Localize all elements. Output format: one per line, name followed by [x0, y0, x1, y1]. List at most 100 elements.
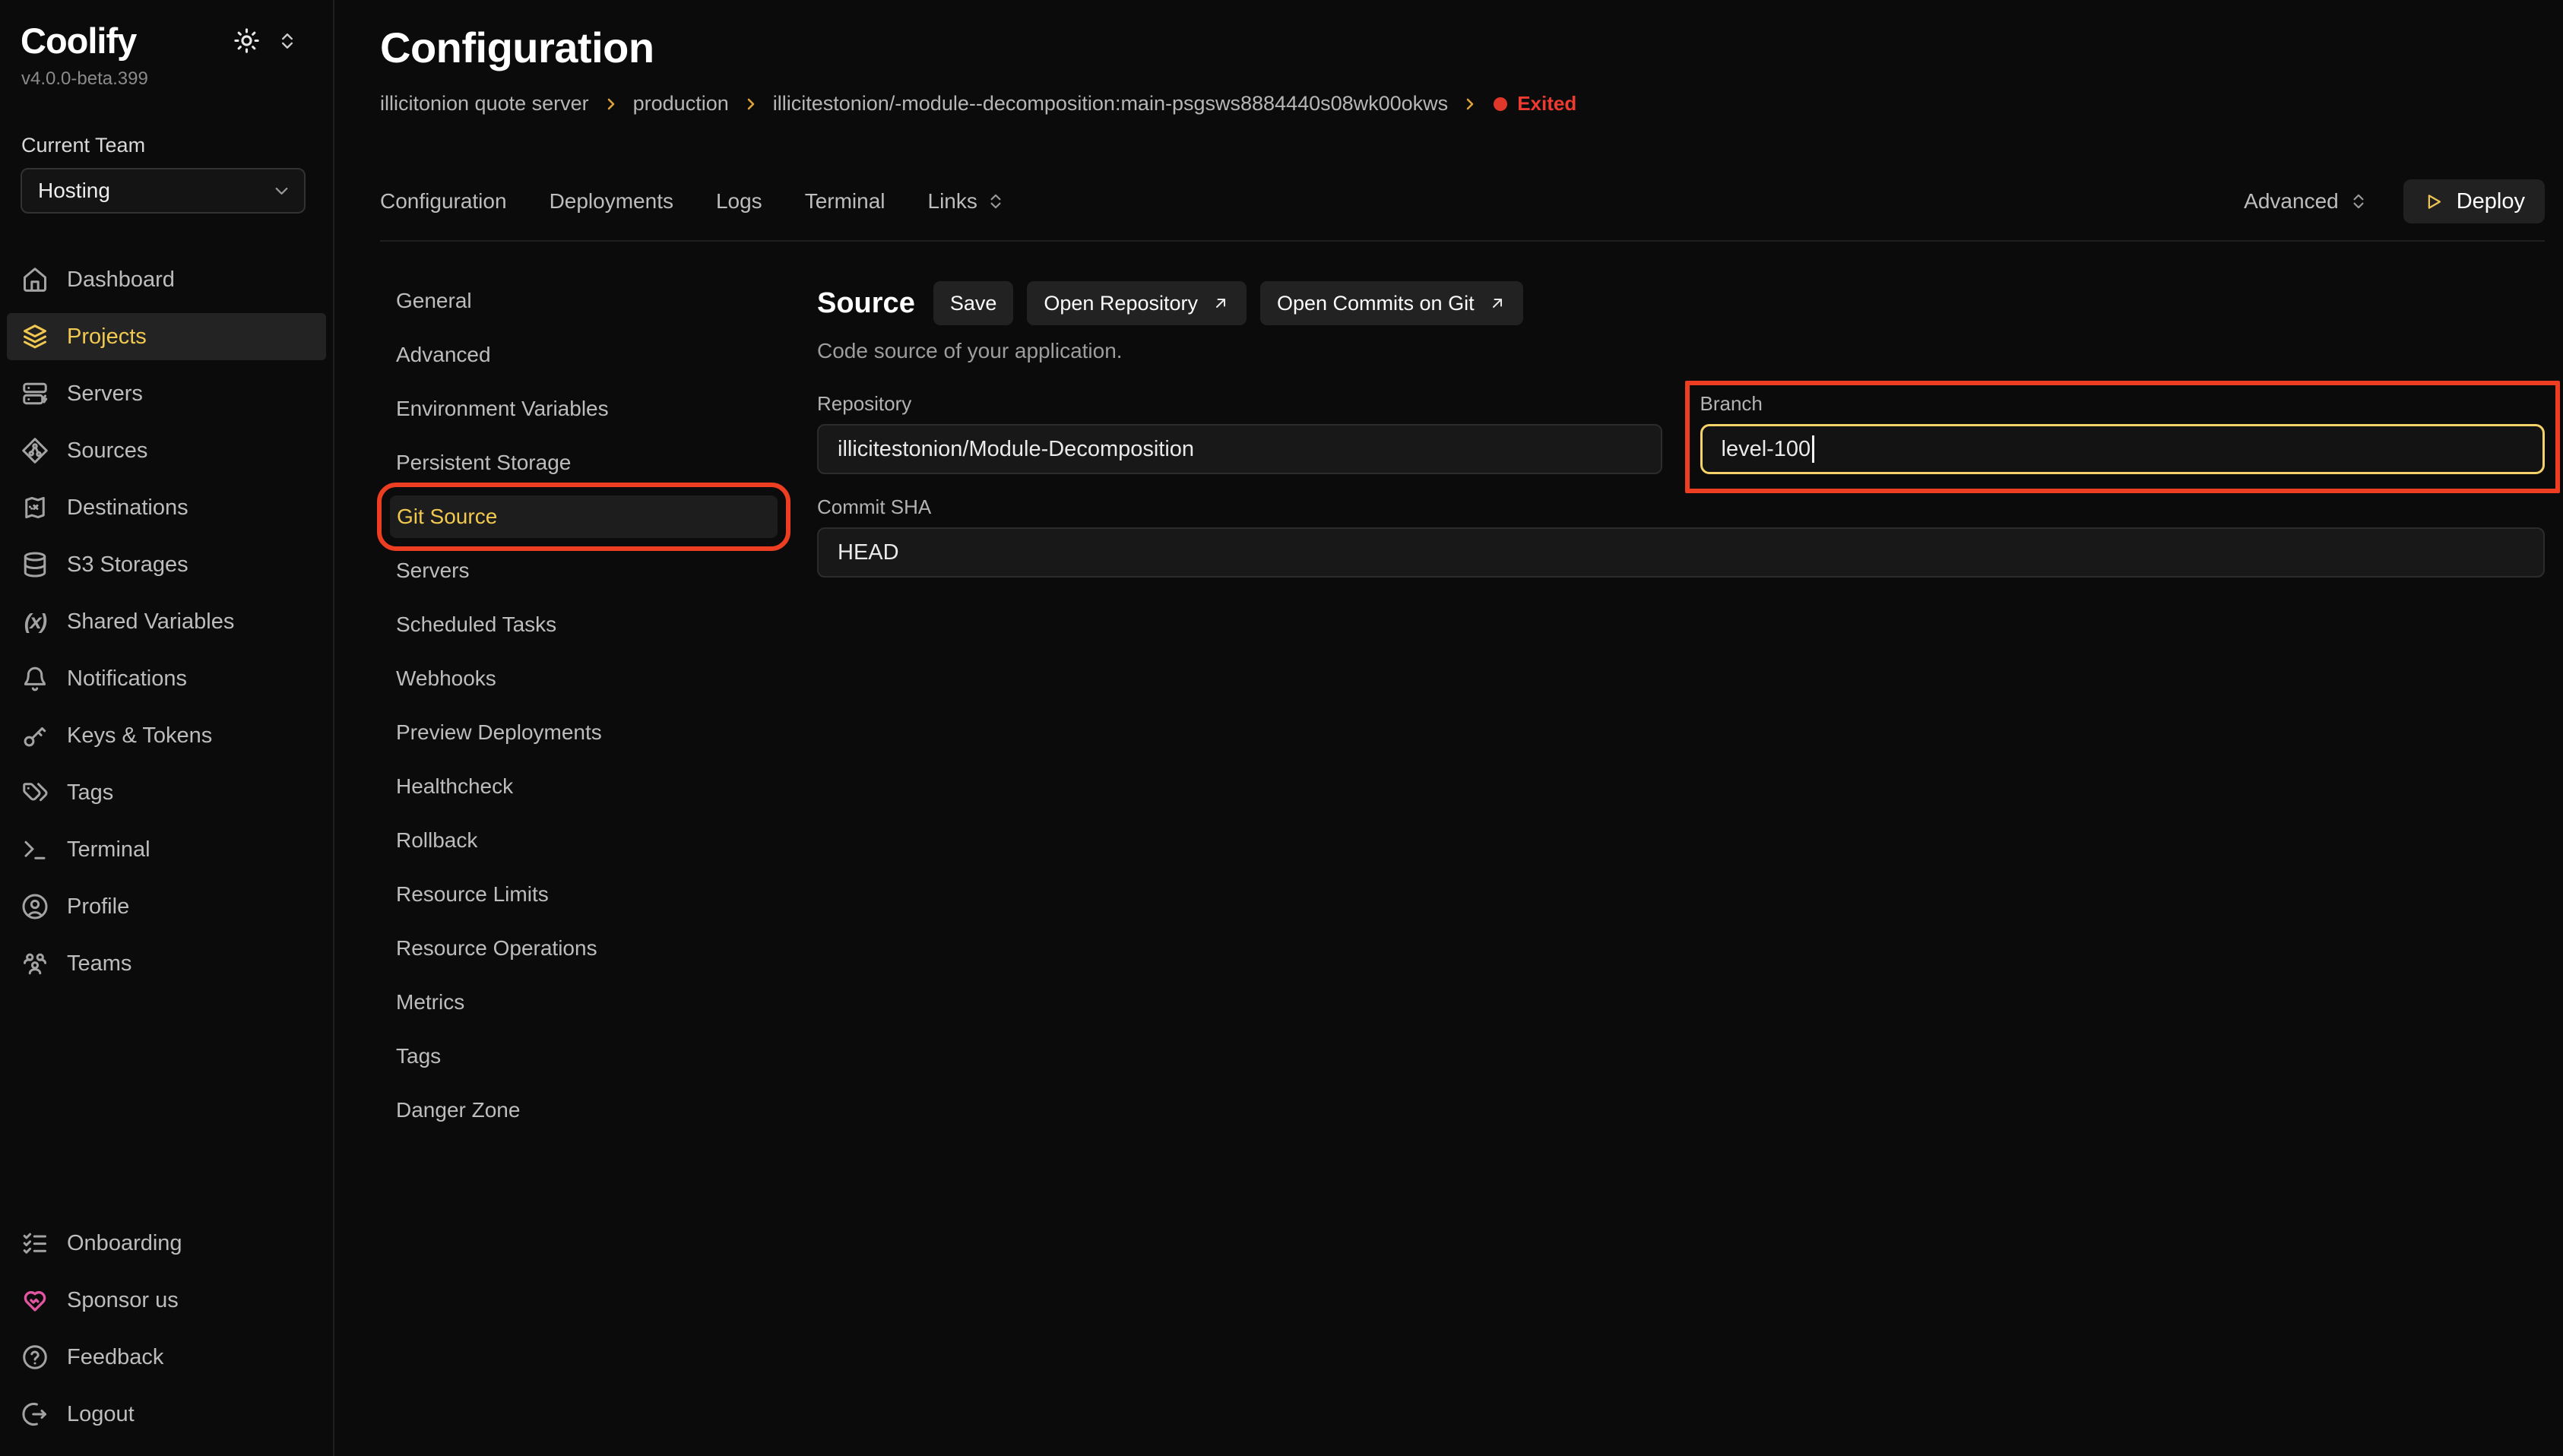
chevrons-up-down-icon: [2349, 191, 2368, 211]
source-section-title: Source: [817, 287, 915, 320]
sidebar-item-label: Profile: [67, 894, 129, 919]
sidebar-header: Coolify: [0, 20, 333, 62]
sidebar-item-logout[interactable]: Logout: [7, 1391, 326, 1438]
sidebar-item-servers[interactable]: Servers: [7, 370, 326, 417]
advanced-dropdown[interactable]: Advanced: [2244, 189, 2368, 214]
sidebar-item-feedback[interactable]: Feedback: [7, 1334, 326, 1381]
config-menu-item-servers[interactable]: Servers: [380, 549, 787, 592]
version-switcher-chevrons-icon[interactable]: [277, 30, 298, 52]
sidebar-item-profile[interactable]: Profile: [7, 883, 326, 930]
open-commits-button[interactable]: Open Commits on Git: [1260, 281, 1523, 325]
config-menu-item-resource-operations[interactable]: Resource Operations: [380, 927, 787, 970]
config-menu-item-environment-variables[interactable]: Environment Variables: [380, 388, 787, 430]
sidebar-item-label: Logout: [67, 1402, 135, 1427]
sidebar-item-label: Shared Variables: [67, 609, 234, 635]
main-content: Configuration illicitonion quote server …: [334, 0, 2563, 1456]
sidebar-item-label: Notifications: [67, 666, 187, 692]
page-title: Configuration: [380, 23, 2545, 72]
sidebar-item-tags[interactable]: Tags: [7, 769, 326, 816]
config-menu-item-resource-limits[interactable]: Resource Limits: [380, 873, 787, 916]
sidebar-item-projects[interactable]: Projects: [7, 313, 326, 360]
sidebar-item-label: S3 Storages: [67, 552, 189, 578]
tab-deployments[interactable]: Deployments: [550, 189, 673, 214]
sidebar-item-terminal[interactable]: Terminal: [7, 826, 326, 873]
users-icon: [21, 950, 49, 977]
breadcrumb-environment[interactable]: production: [633, 92, 729, 116]
layers-icon: [21, 323, 49, 350]
config-menu-item-rollback[interactable]: Rollback: [380, 819, 787, 862]
tab-logs[interactable]: Logs: [716, 189, 762, 214]
branch-label: Branch: [1700, 392, 2546, 416]
breadcrumb-project[interactable]: illicitonion quote server: [380, 92, 589, 116]
sidebar-item-destinations[interactable]: Destinations: [7, 484, 326, 531]
key-icon: [21, 722, 49, 749]
config-menu-item-tags[interactable]: Tags: [380, 1035, 787, 1078]
tags-icon: [21, 779, 49, 806]
team-select[interactable]: Hosting: [21, 168, 306, 214]
sidebar-item-sources[interactable]: Sources: [7, 427, 326, 474]
chevron-right-icon: [1461, 95, 1479, 113]
commit-sha-input[interactable]: HEAD: [817, 527, 2545, 578]
git-source-panel: Source Save Open Repository Open Commits…: [817, 280, 2545, 578]
repository-input[interactable]: illicitestonion/Module-Decomposition: [817, 424, 1662, 474]
theme-toggle-sun-icon[interactable]: [233, 27, 261, 55]
deploy-label: Deploy: [2457, 189, 2525, 214]
sidebar-item-notifications[interactable]: Notifications: [7, 655, 326, 702]
home-icon: [21, 266, 49, 293]
config-menu-item-danger-zone[interactable]: Danger Zone: [380, 1089, 787, 1132]
external-link-icon: [1488, 294, 1506, 312]
tabs: Configuration Deployments Logs Terminal …: [380, 189, 1006, 214]
tab-configuration[interactable]: Configuration: [380, 189, 507, 214]
config-menu-item-metrics[interactable]: Metrics: [380, 981, 787, 1024]
sidebar-item-label: Projects: [67, 324, 147, 350]
config-menu: General Advanced Environment Variables P…: [380, 280, 787, 1132]
config-menu-item-general[interactable]: General: [380, 280, 787, 322]
tab-links[interactable]: Links: [928, 189, 1006, 214]
branch-input[interactable]: level-100: [1700, 424, 2546, 474]
sidebar-item-label: Teams: [67, 951, 131, 976]
source-header: Source Save Open Repository Open Commits…: [817, 281, 2545, 325]
branch-field: Branch level-100: [1700, 392, 2546, 474]
sidebar: Coolify v4.0.0-beta.399 Current Team Hos…: [0, 0, 334, 1456]
help-circle-icon: [21, 1344, 49, 1371]
sidebar-item-sponsor-us[interactable]: Sponsor us: [7, 1277, 326, 1324]
sidebar-item-onboarding[interactable]: Onboarding: [7, 1220, 326, 1267]
repository-label: Repository: [817, 392, 1662, 416]
terminal-icon: [21, 836, 49, 863]
sidebar-item-label: Terminal: [67, 837, 150, 863]
sidebar-item-label: Sources: [67, 438, 147, 464]
sidebar-item-label: Destinations: [67, 495, 189, 521]
config-menu-item-healthcheck[interactable]: Healthcheck: [380, 765, 787, 808]
sidebar-item-teams[interactable]: Teams: [7, 940, 326, 987]
chevron-right-icon: [602, 95, 620, 113]
config-menu-item-git-source[interactable]: Git Source: [390, 495, 778, 538]
deploy-button[interactable]: Deploy: [2403, 179, 2545, 223]
configuration-content: General Advanced Environment Variables P…: [380, 280, 2545, 1132]
sidebar-item-label: Sponsor us: [67, 1288, 179, 1313]
tab-links-label: Links: [928, 189, 977, 214]
app-logo[interactable]: Coolify: [21, 20, 233, 62]
advanced-label: Advanced: [2244, 189, 2339, 214]
save-button[interactable]: Save: [933, 281, 1014, 325]
sidebar-item-label: Feedback: [67, 1345, 163, 1370]
external-link-icon: [1212, 294, 1230, 312]
chevron-right-icon: [742, 95, 760, 113]
commit-sha-label: Commit SHA: [817, 495, 2545, 519]
sidebar-item-keys-tokens[interactable]: Keys & Tokens: [7, 712, 326, 759]
sidebar-item-s3-storages[interactable]: S3 Storages: [7, 541, 326, 588]
team-select-value: Hosting: [38, 179, 110, 203]
config-menu-item-scheduled-tasks[interactable]: Scheduled Tasks: [380, 603, 787, 646]
config-menu-item-preview-deployments[interactable]: Preview Deployments: [380, 711, 787, 754]
source-subtitle: Code source of your application.: [817, 339, 2545, 363]
sidebar-nav: Dashboard Projects Servers Sources Desti…: [0, 256, 333, 987]
config-menu-item-webhooks[interactable]: Webhooks: [380, 657, 787, 700]
commit-sha-field: Commit SHA HEAD: [817, 495, 2545, 578]
sidebar-item-shared-variables[interactable]: (x) Shared Variables: [7, 598, 326, 645]
config-menu-item-persistent-storage[interactable]: Persistent Storage: [380, 442, 787, 484]
config-menu-item-advanced[interactable]: Advanced: [380, 334, 787, 376]
sidebar-spacer: [0, 987, 333, 1220]
breadcrumb-application[interactable]: illicitestonion/-module--decomposition:m…: [773, 92, 1448, 116]
tab-terminal[interactable]: Terminal: [805, 189, 885, 214]
open-repository-button[interactable]: Open Repository: [1027, 281, 1247, 325]
sidebar-item-dashboard[interactable]: Dashboard: [7, 256, 326, 303]
